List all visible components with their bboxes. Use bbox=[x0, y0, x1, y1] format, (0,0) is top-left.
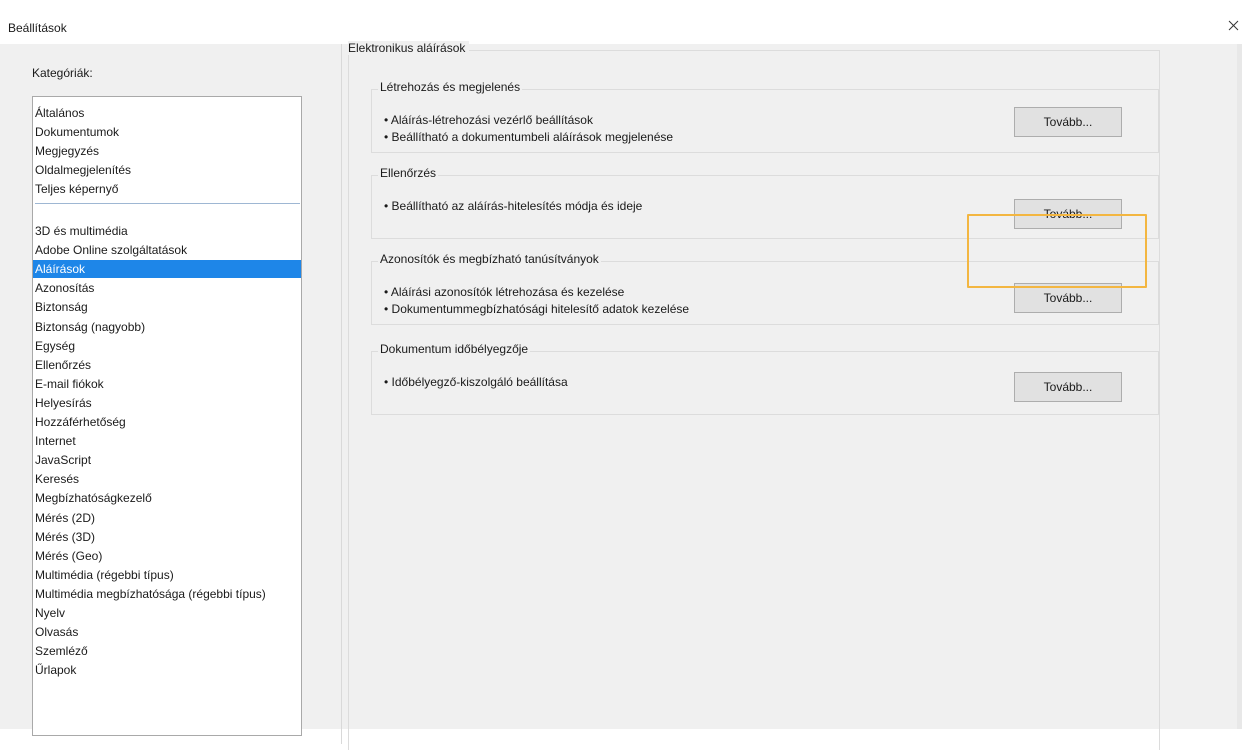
category-item[interactable]: Biztonság (nagyobb) bbox=[33, 318, 301, 336]
category-item[interactable]: Biztonság bbox=[33, 298, 301, 316]
category-item[interactable]: Űrlapok bbox=[33, 661, 301, 679]
category-item[interactable]: Aláírások bbox=[33, 260, 301, 279]
category-item[interactable]: Keresés bbox=[33, 470, 301, 488]
section-bullet: • Időbélyegző-kiszolgáló beállítása bbox=[384, 375, 568, 389]
section-title: Ellenőrzés bbox=[378, 166, 439, 180]
section-bullet: • Beállítható az aláírás-hitelesítés mód… bbox=[384, 199, 643, 213]
section-timestamp: Dokumentum időbélyegzője • Időbélyegző-k… bbox=[371, 342, 1159, 415]
category-item[interactable]: Multimédia (régebbi típus) bbox=[33, 566, 301, 584]
section-title: Dokumentum időbélyegzője bbox=[378, 342, 531, 356]
categories-label: Kategóriák: bbox=[32, 66, 93, 80]
category-item[interactable]: Adobe Online szolgáltatások bbox=[33, 241, 301, 259]
category-item[interactable]: Ellenőrzés bbox=[33, 356, 301, 374]
window-title: Beállítások bbox=[8, 21, 67, 35]
category-item[interactable]: Megbízhatóságkezelő bbox=[33, 489, 301, 507]
close-icon[interactable] bbox=[1225, 17, 1242, 34]
title-bar: Beállítások bbox=[0, 0, 1242, 44]
category-item[interactable]: JavaScript bbox=[33, 451, 301, 469]
category-item[interactable]: Hozzáférhetőség bbox=[33, 413, 301, 431]
category-item[interactable]: Általános bbox=[33, 104, 301, 122]
section-creation: Létrehozás és megjelenés • Aláírás-létre… bbox=[371, 80, 1159, 153]
category-item[interactable]: Olvasás bbox=[33, 623, 301, 641]
settings-panel: Elektronikus aláírások Létrehozás és meg… bbox=[341, 41, 1242, 750]
more-button-creation[interactable]: Tovább... bbox=[1014, 107, 1122, 137]
category-item[interactable]: Internet bbox=[33, 432, 301, 450]
category-separator bbox=[35, 203, 300, 204]
category-item[interactable]: E-mail fiókok bbox=[33, 375, 301, 393]
category-item[interactable]: Helyesírás bbox=[33, 394, 301, 412]
group-title: Elektronikus aláírások bbox=[348, 41, 470, 55]
section-bullet: • Beállítható a dokumentumbeli aláírások… bbox=[384, 130, 674, 144]
category-item[interactable]: Nyelv bbox=[33, 604, 301, 622]
category-item[interactable]: Oldalmegjelenítés bbox=[33, 161, 301, 179]
section-bullet: • Dokumentummegbízhatósági hitelesítő ad… bbox=[384, 302, 690, 316]
category-item[interactable]: Dokumentumok bbox=[33, 123, 301, 141]
electronic-signatures-group: Elektronikus aláírások Létrehozás és meg… bbox=[348, 41, 1160, 750]
category-item[interactable]: Mérés (2D) bbox=[33, 509, 301, 527]
category-item[interactable]: Egység bbox=[33, 337, 301, 355]
category-item[interactable]: Azonosítás bbox=[33, 279, 301, 297]
section-bullet: • Aláírási azonosítók létrehozása és kez… bbox=[384, 285, 625, 299]
highlight-frame bbox=[967, 214, 1147, 288]
section-bullet: • Aláírás-létrehozási vezérlő beállításo… bbox=[384, 113, 593, 127]
category-item[interactable]: Mérés (3D) bbox=[33, 528, 301, 546]
category-item[interactable]: Megjegyzés bbox=[33, 142, 301, 160]
categories-list[interactable]: Általános Dokumentumok Megjegyzés Oldalmegj… bbox=[32, 96, 302, 736]
more-button-timestamp[interactable]: Tovább... bbox=[1014, 372, 1122, 402]
section-title: Azonosítók és megbízható tanúsítványok bbox=[378, 252, 601, 266]
category-item[interactable]: Szemléző bbox=[33, 642, 301, 660]
section-title: Létrehozás és megjelenés bbox=[378, 80, 523, 94]
category-item[interactable]: 3D és multimédia bbox=[33, 222, 301, 240]
category-item[interactable]: Multimédia megbízhatósága (régebbi típus… bbox=[33, 585, 301, 603]
category-item[interactable]: Mérés (Geo) bbox=[33, 547, 301, 565]
category-item[interactable]: Teljes képernyő bbox=[33, 180, 301, 198]
window-scrollbar[interactable] bbox=[1237, 44, 1242, 729]
